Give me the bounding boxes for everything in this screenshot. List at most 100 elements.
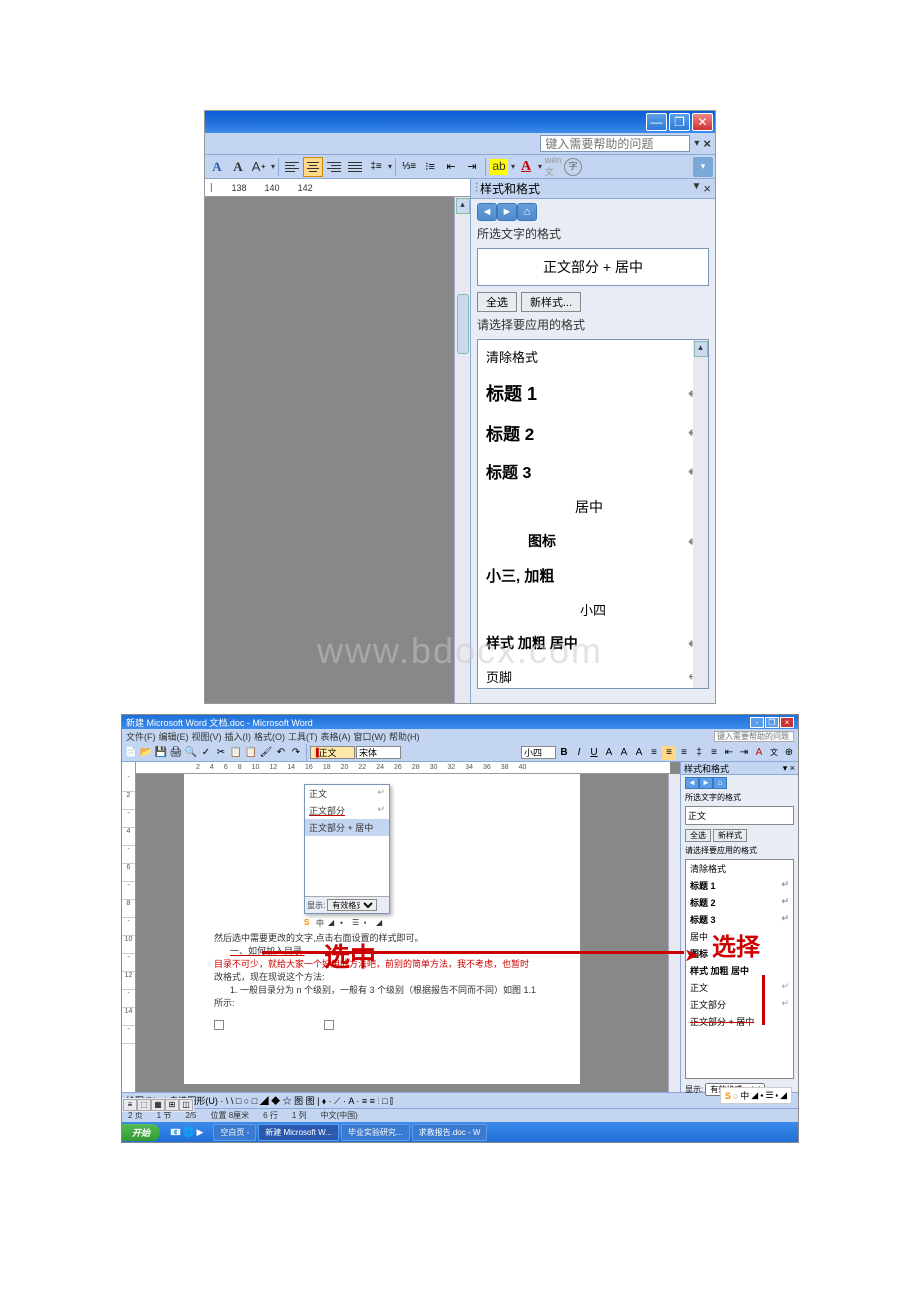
menu-edit[interactable]: 编辑(E) [159, 730, 189, 743]
quicklaunch-icon[interactable]: ▶ [196, 1127, 203, 1138]
nav-forward-button[interactable]: ► [497, 203, 517, 221]
align-center-button[interactable] [303, 157, 323, 177]
style-bold-center[interactable]: 样式 加粗 居中 [686, 962, 793, 979]
taskbar-item[interactable]: 新建 Microsoft W... [258, 1124, 339, 1141]
popup-show-select[interactable]: 有效格式 [327, 899, 377, 911]
style-footer[interactable]: 页脚↵ [478, 660, 708, 689]
style-icon[interactable]: 图标↵ [478, 524, 708, 558]
dropdown-icon[interactable]: ▾ [511, 162, 515, 171]
document-page[interactable]: 正文↵ 正文部分↵ 正文部分 + 居中 显示: 有效格式 S中◢⬩☰⬪◢ 然后选… [184, 774, 580, 1084]
style-xiaosi[interactable]: 小四 [478, 593, 708, 626]
style-selector[interactable]: ▐正文 [310, 746, 355, 759]
indent-button[interactable]: ⇤ [722, 746, 736, 760]
minimize-button[interactable]: - [750, 717, 764, 728]
nav-back-button[interactable]: ◄ [477, 203, 497, 221]
panel-dropdown-icon[interactable]: ▼ [692, 181, 702, 196]
asian-layout-button[interactable]: wén文 [543, 157, 563, 177]
char-scale-button[interactable]: A [228, 157, 248, 177]
popup-item-normal-center[interactable]: 正文部分 + 居中 [305, 819, 389, 836]
new-style-button[interactable]: 新样式... [521, 292, 581, 312]
font-color-button[interactable]: A [516, 157, 536, 177]
align-left-button[interactable] [282, 157, 302, 177]
menu-format[interactable]: 格式(O) [254, 730, 285, 743]
toolbar-options-icon[interactable]: ▾ [693, 157, 713, 177]
scroll-up-button[interactable]: ▴ [456, 198, 470, 214]
style-normal[interactable]: 正文↵ [686, 979, 793, 996]
bulleted-list-button[interactable]: ⁝≡ [420, 157, 440, 177]
list-button[interactable]: ≡ [707, 746, 721, 760]
taskbar-item[interactable]: 毕业实验研究... [341, 1124, 410, 1141]
style-h3[interactable]: 标题 3↵ [686, 911, 793, 928]
panel-close-icon[interactable]: × [703, 181, 711, 196]
numbered-list-button[interactable]: ⅓≡ [399, 157, 419, 177]
align-right-button[interactable] [324, 157, 344, 177]
nav-home-button[interactable]: ⌂ [713, 777, 727, 789]
close-button[interactable]: × [780, 717, 794, 728]
save-icon[interactable]: 💾 [154, 746, 168, 760]
document-scrollbar[interactable] [668, 774, 680, 1092]
menu-view[interactable]: 视图(V) [192, 730, 222, 743]
help-dropdown-icon[interactable]: ▾ [694, 138, 699, 149]
undo-icon[interactable]: ↶ [274, 746, 288, 760]
preview-icon[interactable]: 🔍 [184, 746, 198, 760]
document-scrollbar[interactable]: ▴ [454, 197, 470, 703]
sogou-ime-bar[interactable]: S○中◢⬩☰⬪◢ [720, 1087, 792, 1104]
menu-table[interactable]: 表格(A) [321, 730, 351, 743]
panel-close-icon[interactable]: ▾ × [783, 763, 795, 774]
current-style-box[interactable]: 正文部分 + 居中 [477, 248, 709, 286]
enclose-char-button[interactable]: 字 [564, 158, 582, 176]
line-spacing-button[interactable]: ‡≡ [366, 157, 386, 177]
style-normal-part[interactable]: 正文部分↵ [686, 996, 793, 1013]
format-painter-icon[interactable]: 🖌 [259, 746, 273, 760]
quicklaunch-icon[interactable]: 🌐 [183, 1127, 194, 1138]
style-h1[interactable]: 标题 1↵ [686, 877, 793, 894]
taskbar-item[interactable]: 求救报告.doc - W [412, 1124, 488, 1141]
view-normal-icon[interactable]: ≡ [123, 1099, 137, 1111]
style-heading2[interactable]: 标题 2↵ [478, 413, 708, 452]
popup-item-normal-part[interactable]: 正文部分↵ [305, 802, 389, 819]
view-outline-icon[interactable]: ⊞ [165, 1099, 179, 1111]
taskbar-item[interactable]: 空白页 - [213, 1124, 256, 1141]
current-style-box[interactable]: 正文 [685, 806, 794, 825]
cut-icon[interactable]: ✂ [214, 746, 228, 760]
nav-back-button[interactable]: ◄ [685, 777, 699, 789]
menu-tools[interactable]: 工具(T) [288, 730, 318, 743]
style-center[interactable]: 居中 [686, 928, 793, 945]
new-style-button[interactable]: 新样式 [713, 829, 747, 842]
font-name-selector[interactable]: 宋体 [356, 746, 401, 759]
char-effect-button[interactable]: A✦ [249, 157, 269, 177]
dropdown-icon[interactable]: ▾ [388, 162, 392, 171]
indent-button[interactable]: ⇥ [737, 746, 751, 760]
menu-window[interactable]: 窗口(W) [354, 730, 387, 743]
menu-help[interactable]: 帮助(H) [389, 730, 420, 743]
style-heading1[interactable]: 标题 1↵ [478, 373, 708, 413]
view-reading-icon[interactable]: ◫ [179, 1099, 193, 1111]
view-web-icon[interactable]: ⬚ [137, 1099, 151, 1111]
start-button[interactable]: 开始 [122, 1124, 160, 1141]
align-right-button[interactable]: ≡ [677, 746, 691, 760]
asian-button[interactable]: 文 [767, 746, 781, 760]
underline-button[interactable]: U [587, 746, 601, 760]
menu-file[interactable]: 文件(F) [126, 730, 156, 743]
style-icon[interactable]: 图标 [686, 945, 793, 962]
copy-icon[interactable]: 📋 [229, 746, 243, 760]
style-normal-center[interactable]: 正文部分 + 居中 [686, 1013, 793, 1030]
decrease-indent-button[interactable]: ⇤ [441, 157, 461, 177]
select-all-button[interactable]: 全选 [685, 829, 711, 842]
style-clear[interactable]: 清除格式 [686, 860, 793, 877]
view-print-icon[interactable]: ▦ [151, 1099, 165, 1111]
new-doc-icon[interactable]: 📄 [124, 746, 138, 760]
char-shading-button[interactable]: A [207, 157, 227, 177]
minimize-button[interactable]: — [646, 113, 667, 131]
paste-icon[interactable]: 📋 [244, 746, 258, 760]
open-icon[interactable]: 📂 [139, 746, 153, 760]
dropdown-icon[interactable]: ▾ [538, 162, 542, 171]
close-button[interactable]: ✕ [692, 113, 713, 131]
popup-item-normal[interactable]: 正文↵ [305, 785, 389, 802]
scroll-thumb[interactable] [457, 294, 469, 354]
restore-button[interactable]: ❐ [669, 113, 690, 131]
bold-button[interactable]: B [557, 746, 571, 760]
char-button[interactable]: A [617, 746, 631, 760]
nav-forward-button[interactable]: ► [699, 777, 713, 789]
style-h2[interactable]: 标题 2↵ [686, 894, 793, 911]
